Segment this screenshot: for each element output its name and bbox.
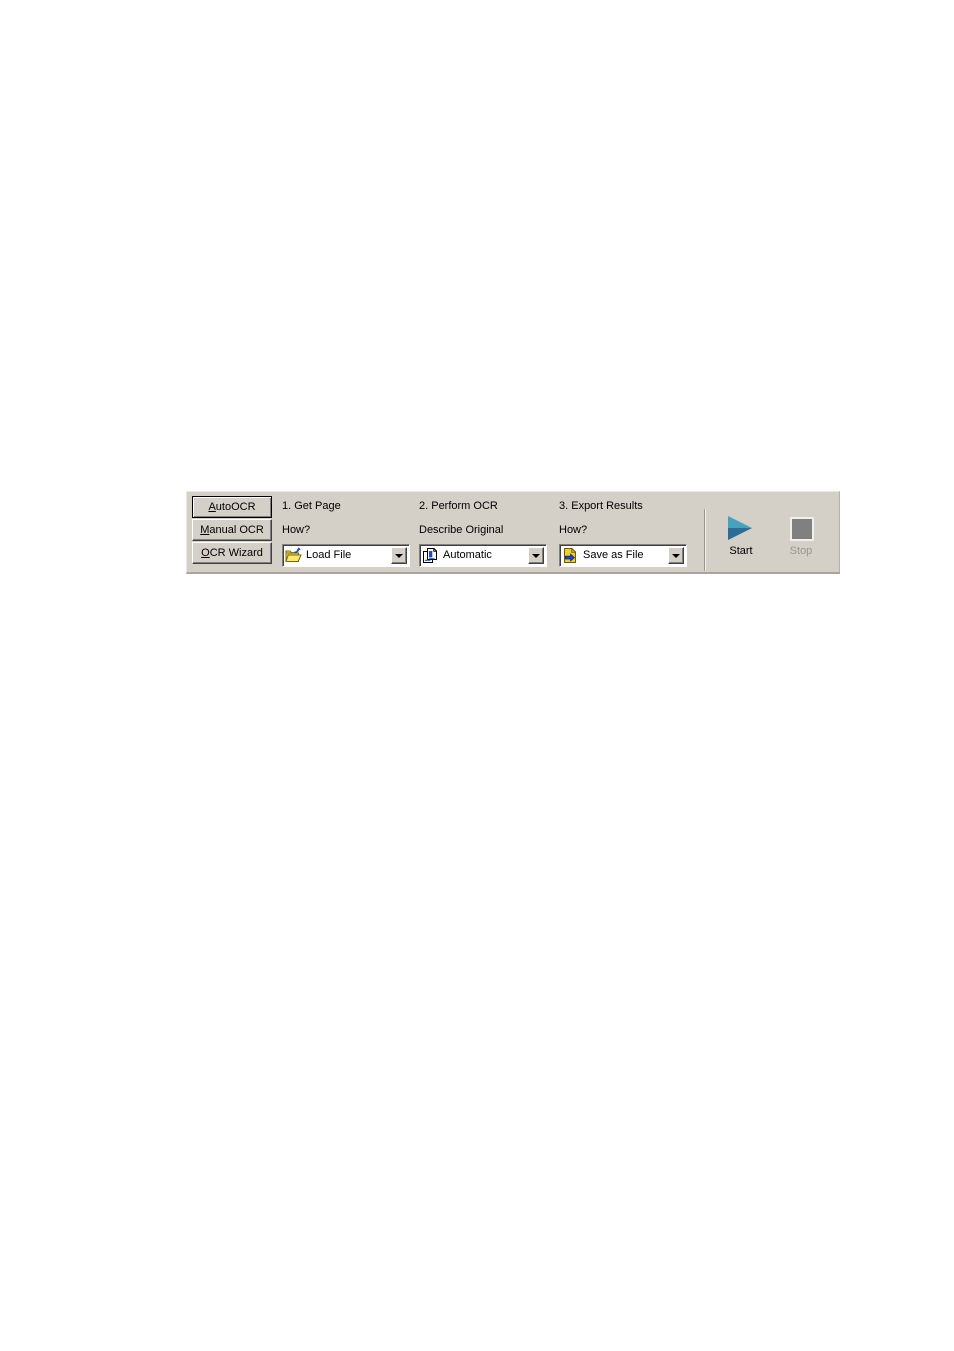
open-folder-icon xyxy=(285,547,302,564)
mode-button-group: AutoOCR Manual OCR OCR Wizard xyxy=(192,496,272,564)
ocr-wizard-button-accel: O xyxy=(201,547,210,559)
ocr-wizard-button-label: CR Wizard xyxy=(209,547,263,559)
step-get-page-title: 1. Get Page xyxy=(282,500,341,512)
auto-ocr-button-accel: A xyxy=(208,501,216,513)
start-button[interactable]: Start xyxy=(717,514,765,558)
describe-original-combobox-chevron-down-icon[interactable] xyxy=(528,547,544,564)
auto-ocr-button[interactable]: AutoOCR xyxy=(192,496,272,518)
step-get-page-sublabel: How? xyxy=(282,524,311,536)
describe-original-combobox[interactable]: Automatic xyxy=(419,544,547,567)
step-get-page: 1. Get Page How? Load File xyxy=(282,499,410,567)
auto-ocr-button-label: utoOCR xyxy=(215,501,256,513)
manual-ocr-button-label: anual OCR xyxy=(209,524,264,536)
stop-button[interactable]: Stop xyxy=(777,514,825,558)
manual-ocr-button[interactable]: Manual OCR xyxy=(192,519,272,541)
step-export-results-sublabel: How? xyxy=(559,524,588,536)
export-results-combobox-value: Save as File xyxy=(583,549,644,561)
step-export-results: 3. Export Results How? Save as File xyxy=(559,499,687,567)
save-file-icon xyxy=(562,547,579,564)
get-page-combobox-value: Load File xyxy=(306,549,352,561)
step-perform-ocr-sublabel: Describe Original xyxy=(419,524,504,536)
export-results-combobox[interactable]: Save as File xyxy=(559,544,687,567)
get-page-combobox-chevron-down-icon[interactable] xyxy=(391,547,407,564)
describe-original-combobox-value: Automatic xyxy=(443,549,492,561)
ocr-wizard-button[interactable]: OCR Wizard xyxy=(192,542,272,564)
step-perform-ocr-title: 2. Perform OCR xyxy=(419,500,498,512)
ocr-toolbar: AutoOCR Manual OCR OCR Wizard 1. Get Pag… xyxy=(186,491,840,574)
export-results-combobox-chevron-down-icon[interactable] xyxy=(668,547,684,564)
step-export-results-title: 3. Export Results xyxy=(559,500,643,512)
play-triangle-icon xyxy=(726,514,756,542)
toolbar-separator xyxy=(704,509,706,571)
get-page-combobox[interactable]: Load File xyxy=(282,544,410,567)
step-perform-ocr: 2. Perform OCR Describe Original Automat… xyxy=(419,499,547,567)
manual-ocr-button-accel: M xyxy=(200,524,210,536)
stop-square-icon xyxy=(786,514,816,542)
stop-button-label: Stop xyxy=(789,545,813,557)
document-pages-icon xyxy=(422,547,439,564)
start-button-label: Start xyxy=(729,545,753,557)
